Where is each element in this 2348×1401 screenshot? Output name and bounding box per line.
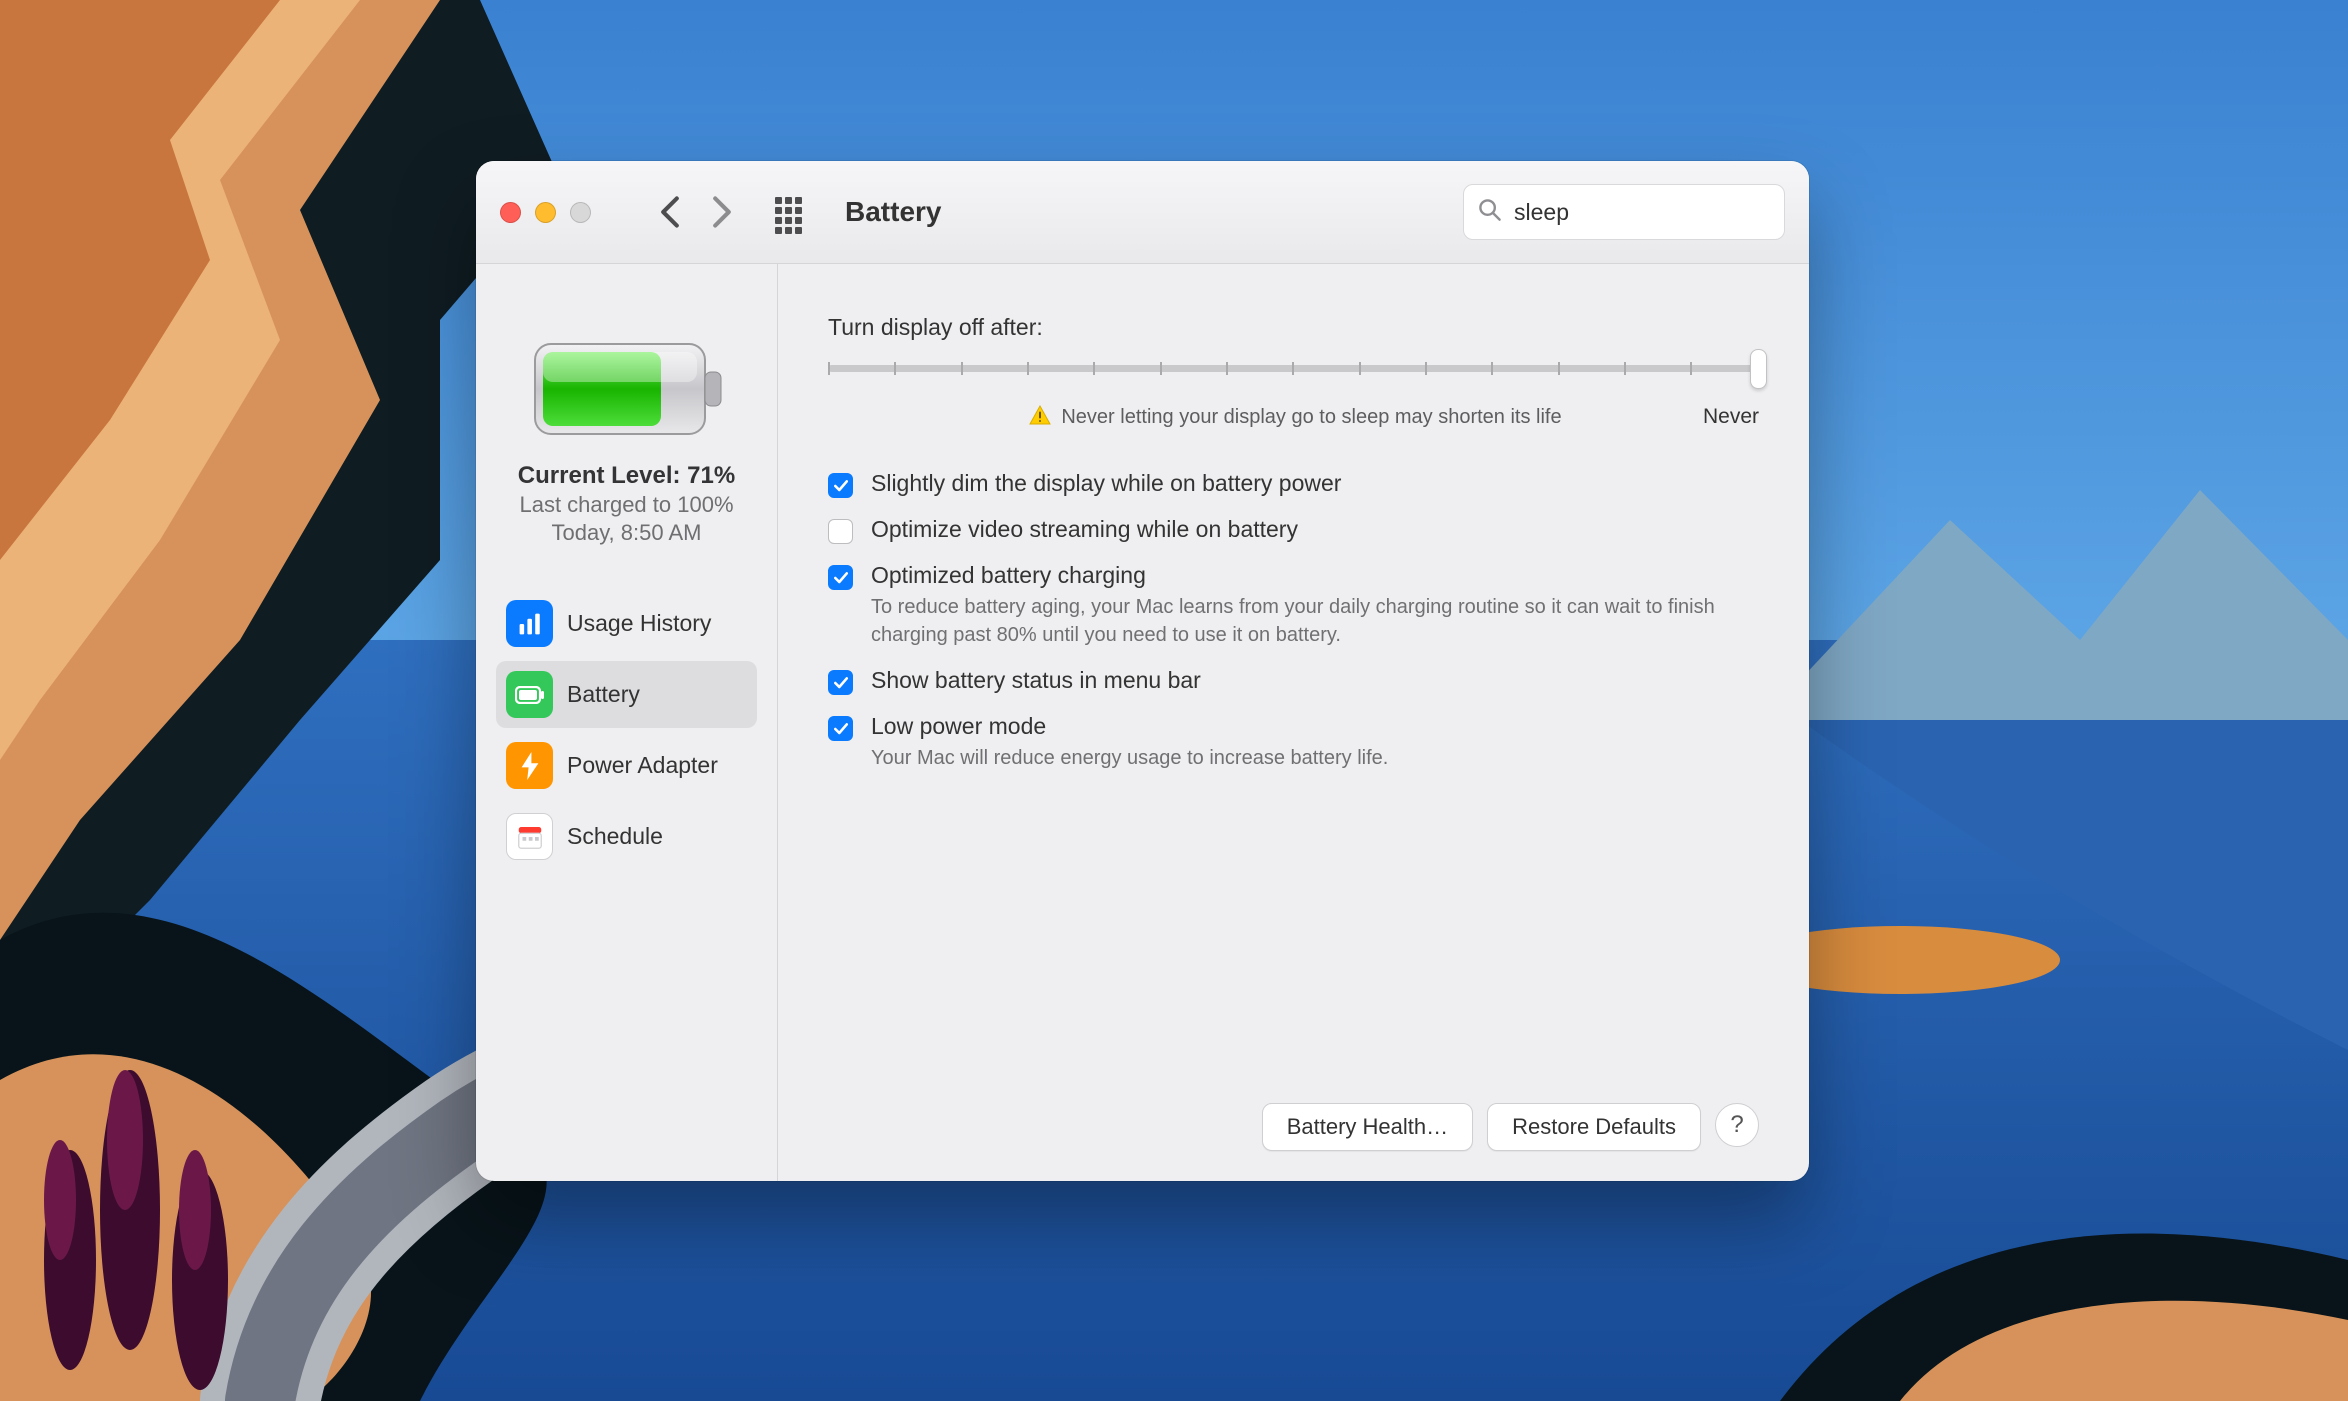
- option-label: Show battery status in menu bar: [871, 667, 1201, 694]
- sidebar-item-label: Battery: [567, 681, 640, 708]
- current-level-label: Current Level: 71%: [518, 462, 735, 490]
- battery-stats: Current Level: 71% Last charged to 100% …: [518, 462, 735, 546]
- search-field[interactable]: [1463, 184, 1785, 240]
- checkbox-optimize-streaming[interactable]: [828, 519, 853, 544]
- sidebar: Current Level: 71% Last charged to 100% …: [476, 264, 778, 1181]
- content-footer: Battery Health… Restore Defaults ?: [828, 1073, 1759, 1151]
- option-menu-bar-status: Show battery status in menu bar: [828, 667, 1759, 695]
- checkbox-optimized-charging[interactable]: [828, 565, 853, 590]
- system-preferences-window: Battery: [476, 161, 1809, 1181]
- content-pane: Turn display off after: Never letting yo…: [778, 264, 1809, 1181]
- option-dim-display: Slightly dim the display while on batter…: [828, 470, 1759, 498]
- window-title: Battery: [845, 196, 941, 228]
- checkbox-menu-bar-status[interactable]: [828, 670, 853, 695]
- display-off-slider[interactable]: [828, 355, 1759, 395]
- show-all-button[interactable]: [775, 197, 805, 227]
- forward-button[interactable]: [711, 195, 733, 229]
- calendar-icon: [506, 813, 553, 860]
- sidebar-item-label: Power Adapter: [567, 752, 718, 779]
- display-sleep-warning: Never letting your display go to sleep m…: [858, 405, 1733, 430]
- last-charged-label: Last charged to 100%: [518, 492, 735, 518]
- bolt-icon: [506, 742, 553, 789]
- checkbox-dim-display[interactable]: [828, 473, 853, 498]
- warning-text: Never letting your display go to sleep m…: [1061, 406, 1561, 429]
- option-low-power-mode: Low power mode Your Mac will reduce ener…: [828, 713, 1759, 772]
- window-toolbar: Battery: [476, 161, 1809, 264]
- sidebar-item-label: Schedule: [567, 823, 663, 850]
- battery-icon: [506, 671, 553, 718]
- option-optimized-charging: Optimized battery charging To reduce bat…: [828, 562, 1759, 649]
- battery-illustration: [527, 334, 727, 444]
- option-optimize-streaming: Optimize video streaming while on batter…: [828, 516, 1759, 544]
- search-icon: [1478, 198, 1502, 227]
- option-label: Optimized battery charging: [871, 562, 1741, 589]
- chart-bar-icon: [506, 600, 553, 647]
- battery-health-button[interactable]: Battery Health…: [1262, 1103, 1473, 1151]
- sidebar-item-power-adapter[interactable]: Power Adapter: [496, 732, 757, 799]
- window-controls: [500, 202, 591, 223]
- help-button[interactable]: ?: [1715, 1103, 1759, 1147]
- option-description: Your Mac will reduce energy usage to inc…: [871, 744, 1388, 772]
- display-off-label: Turn display off after:: [828, 314, 1759, 341]
- minimize-button[interactable]: [535, 202, 556, 223]
- sidebar-item-schedule[interactable]: Schedule: [496, 803, 757, 870]
- last-charged-time-label: Today, 8:50 AM: [518, 520, 735, 546]
- option-description: To reduce battery aging, your Mac learns…: [871, 593, 1741, 649]
- restore-defaults-button[interactable]: Restore Defaults: [1487, 1103, 1701, 1151]
- option-label: Slightly dim the display while on batter…: [871, 470, 1341, 497]
- sidebar-item-usage-history[interactable]: Usage History: [496, 590, 757, 657]
- sidebar-list: Usage History Battery Power Adapter: [496, 590, 757, 870]
- zoom-button[interactable]: [570, 202, 591, 223]
- slider-thumb[interactable]: [1750, 349, 1767, 389]
- back-button[interactable]: [659, 195, 681, 229]
- search-input[interactable]: [1514, 199, 1809, 226]
- warning-icon: [1029, 405, 1051, 430]
- nav-buttons: [659, 195, 733, 229]
- option-label: Low power mode: [871, 713, 1388, 740]
- close-button[interactable]: [500, 202, 521, 223]
- checkbox-low-power-mode[interactable]: [828, 716, 853, 741]
- sidebar-item-battery[interactable]: Battery: [496, 661, 757, 728]
- sidebar-item-label: Usage History: [567, 610, 711, 637]
- option-label: Optimize video streaming while on batter…: [871, 516, 1298, 543]
